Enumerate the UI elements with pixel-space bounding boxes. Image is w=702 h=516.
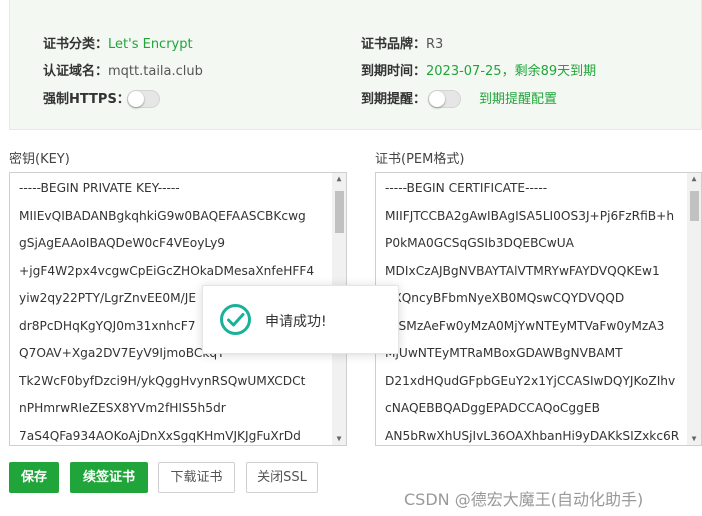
expire-row: 到期时间：2023-07-25，剩余89天到期 [361,63,596,81]
toast-message: 申请成功! [265,314,327,330]
download-cert-button[interactable]: 下载证书 [158,462,235,493]
text-line: Tk2WcF0byfDzci9H/ykQggHvynRSQwUMXCDCt [19,373,306,388]
cert-type-row: 证书分类：Let's Encrypt [43,36,193,54]
text-line: ZXQncyBFbmNyeXB0MQswCQYDVQQD [385,291,625,305]
remind-row: 到期提醒： [361,91,426,109]
remind-config-link[interactable]: 到期提醒配置 [479,91,557,109]
domain-row: 认证域名：mqtt.taila.club [43,63,203,81]
scroll-up-icon[interactable]: ▲ [332,173,346,185]
remind-label: 到期提醒： [361,92,427,107]
certificate-content: -----BEGIN CERTIFICATE----- MIIFJTCCBA2gA… [385,175,687,445]
brand-value: R3 [426,37,444,52]
expire-remind-toggle[interactable] [428,90,461,108]
scroll-up-icon[interactable]: ▲ [687,173,701,185]
cert-type-value: Let's Encrypt [108,37,193,52]
scroll-down-icon[interactable]: ▼ [332,433,346,445]
certificate-textarea[interactable]: -----BEGIN CERTIFICATE----- MIIFJTCCBA2gA… [375,172,702,446]
text-line: D21xdHQudGFpbGEuY2x1YjCCASIwDQYJKoZIhv [385,373,676,388]
cert-scrollbar[interactable]: ▲ ▼ [687,173,701,445]
brand-row: 证书品牌：R3 [361,36,443,54]
toggle-knob [128,91,144,107]
expire-value: 2023-07-25，剩余89天到期 [426,64,597,79]
scroll-down-icon[interactable]: ▼ [687,433,701,445]
text-line: MDIxCzAJBgNVBAYTAlVTMRYwFAYDVQQKEw1 [385,263,660,278]
domain-value: mqtt.taila.club [108,64,203,79]
text-line: +jgF4W2px4vcgwCpEiGcZHOkaDMesaXnfeHFF4 [19,263,315,278]
text-line: wJSMzAeFw0yMzA0MjYwNTEyMTVaFw0yMzA3 [385,318,665,333]
text-line: AN5bRwXhUSjIvL36OAXhbanHi9yDAKkSIZxkc6R [385,428,680,443]
text-line: nPHmrwRIeZESX8YVm2fHIS5h5dr [19,401,226,415]
text-line: -----BEGIN CERTIFICATE----- [385,181,548,195]
text-line: cNAQEBBQADggEPADCCAQoCggEB [385,401,600,415]
scroll-thumb[interactable] [690,191,699,221]
text-line: gSjAgEAAoIBAQDeW0cF4VEoyLy9 [19,236,226,250]
key-label: 密钥(KEY) [9,152,70,167]
text-line: 7aS4QFa934AOKoAjDnXxSgqKHmVJKJgFuXrDd [19,428,301,443]
cert-type-label: 证书分类： [43,37,109,52]
force-https-row: 强制HTTPS： [43,91,130,109]
brand-label: 证书品牌： [361,37,427,52]
renew-cert-button[interactable]: 续签证书 [70,462,148,493]
watermark: CSDN @德宏大魔王(自动化助手) [404,490,644,509]
force-https-label: 强制HTTPS： [43,92,130,107]
expire-label: 到期时间： [361,64,427,79]
text-line: MIIFJTCCBA2gAwIBAgISA5LI0OS3J+Pj6FzRfiB+… [385,208,675,223]
scroll-thumb[interactable] [335,191,344,233]
close-ssl-button[interactable]: 关闭SSL [246,462,318,493]
toggle-knob [429,91,445,107]
text-line: P0kMA0GCSqGSIb3DQEBCwUA [385,236,575,250]
text-line: MjUwNTEyMTRaMBoxGDAWBgNVBAMT [385,346,623,360]
domain-label: 认证域名： [43,64,109,79]
force-https-toggle[interactable] [127,90,160,108]
save-button[interactable]: 保存 [9,462,59,493]
cert-label: 证书(PEM格式) [375,152,465,167]
check-circle-icon [220,304,251,335]
success-toast: 申请成功! [202,285,399,354]
text-line: -----BEGIN PRIVATE KEY----- [19,181,180,195]
text-line: MIIEvQIBADANBgkqhkiG9w0BAQEFAASCBKcwg [19,208,306,223]
